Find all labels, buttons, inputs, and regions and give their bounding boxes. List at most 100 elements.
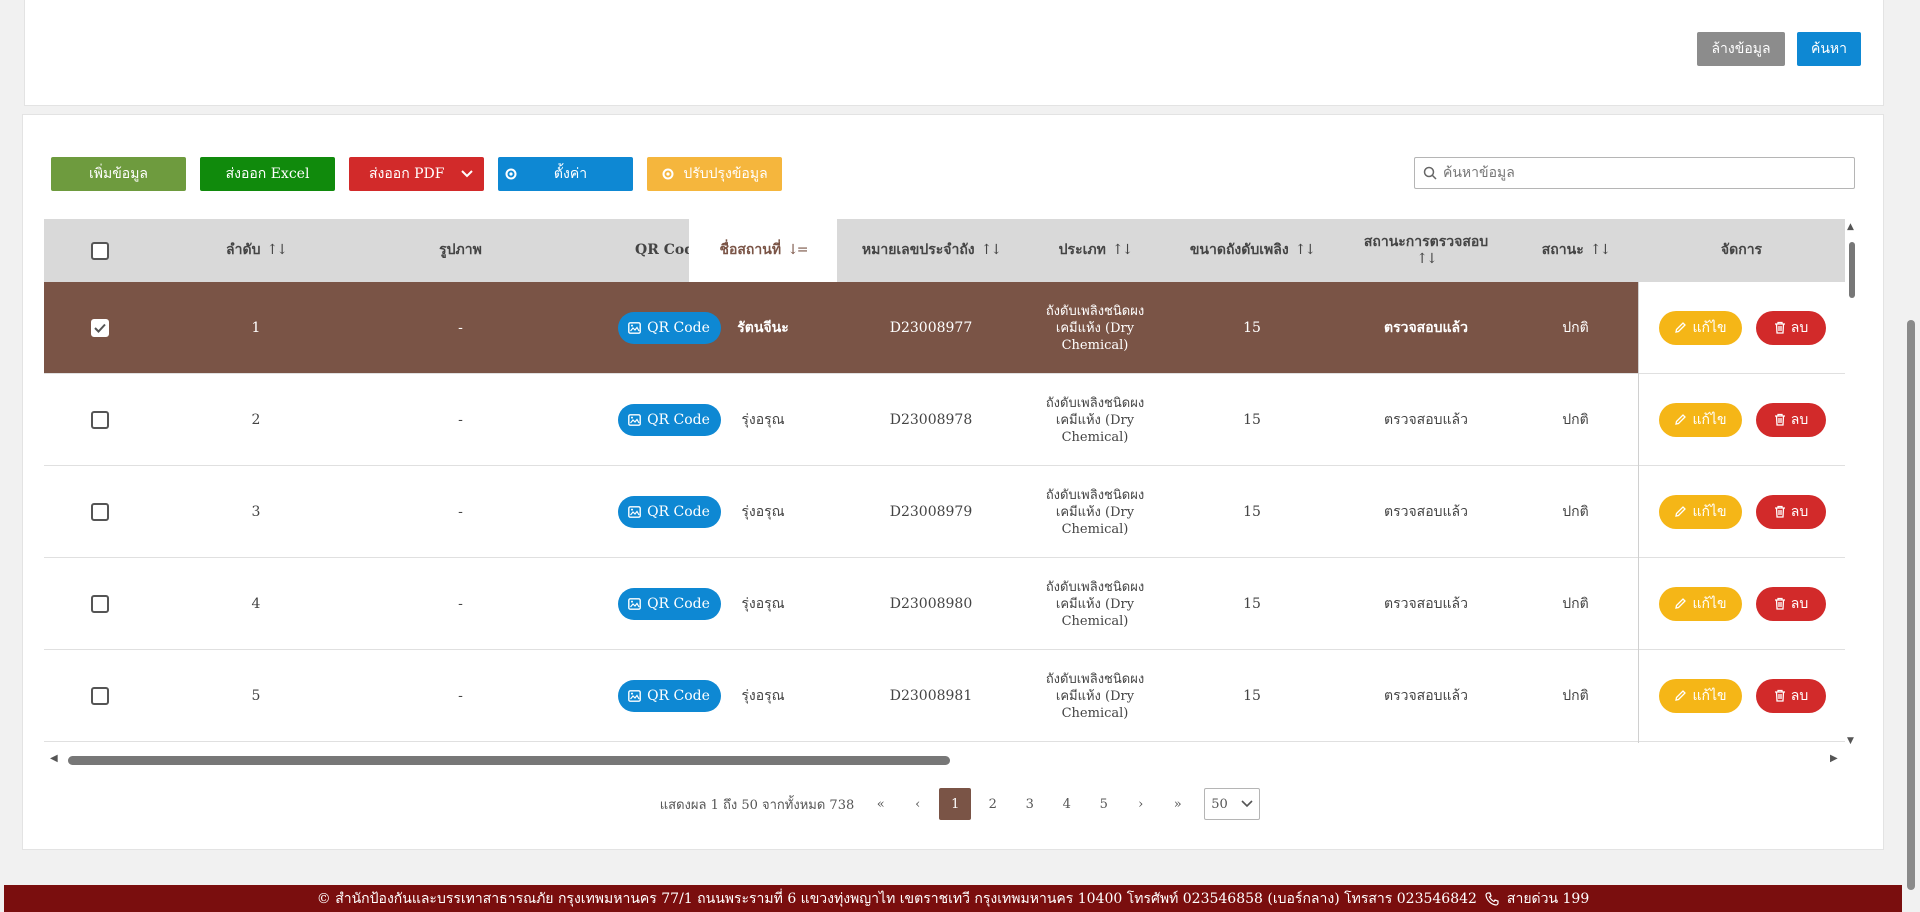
first-page-button[interactable]: «	[862, 788, 899, 820]
cell-image-text: -	[458, 687, 463, 704]
row-actions: แก้ไข ลบ	[1639, 282, 1845, 374]
cell-location-text: รุ่งอรุณ	[741, 687, 785, 704]
pencil-icon	[1674, 597, 1687, 610]
phone-icon	[1485, 891, 1499, 906]
header-serial[interactable]: หมายเลขประจำถัง ↑↓	[837, 219, 1025, 282]
page-button-5[interactable]: 5	[1085, 788, 1122, 820]
page-size-select[interactable]: 50	[1204, 788, 1261, 820]
table-row[interactable]: 4- QR Code รุ่งอรุณ D23008980 ถังดับเพลิงชนิ…	[44, 558, 1845, 650]
delete-button[interactable]: ลบ	[1756, 678, 1826, 713]
chevron-down-icon[interactable]	[454, 157, 480, 191]
export-excel-button[interactable]: ส่งออก Excel	[200, 157, 335, 191]
header-location[interactable]: ชื่อสถานที่ ↓=	[689, 219, 837, 282]
scroll-left-icon[interactable]: ◀	[50, 753, 58, 764]
header-order[interactable]: ลำดับ ↑↓	[156, 219, 356, 282]
row-select-checkbox[interactable]	[91, 595, 109, 613]
export-excel-label: ส่งออก Excel	[225, 166, 310, 182]
trash-icon	[1774, 597, 1786, 610]
row-select-checkbox[interactable]	[91, 319, 109, 337]
header-size[interactable]: ขนาดถังดับเพลิง ↑↓	[1165, 219, 1339, 282]
sort-icon: ↑↓	[1294, 242, 1317, 258]
cell-location-text: รัตนจีนะ	[737, 319, 789, 336]
delete-button[interactable]: ลบ	[1756, 494, 1826, 529]
header-status[interactable]: สถานะ ↑↓	[1513, 219, 1638, 282]
edit-button[interactable]: แก้ไข	[1659, 494, 1742, 529]
prev-page-button[interactable]: ‹	[899, 788, 936, 820]
search-button[interactable]: ค้นหา	[1797, 32, 1861, 66]
scrollbar-thumb[interactable]	[1849, 242, 1855, 298]
row-select-cell	[44, 558, 156, 650]
cell-location-text: รุ่งอรุณ	[741, 411, 785, 428]
trash-icon	[1774, 505, 1786, 518]
page-scrollbar[interactable]	[1902, 0, 1920, 912]
scrollbar-thumb[interactable]	[1907, 320, 1915, 890]
update-data-label: ปรับปรุงข้อมูล	[683, 166, 768, 182]
cell-serial: D23008981	[837, 650, 1025, 742]
cell-inspection-text: ตรวจสอบแล้ว	[1384, 319, 1468, 336]
cell-serial-text: D23008977	[889, 319, 973, 336]
cell-serial-text: D23008978	[889, 411, 973, 428]
clear-filter-button[interactable]: ล้างข้อมูล	[1697, 32, 1785, 66]
cell-status-text: ปกติ	[1562, 595, 1589, 612]
next-page-button[interactable]: ›	[1122, 788, 1159, 820]
page-button-3[interactable]: 3	[1011, 788, 1048, 820]
cell-inspection: ตรวจสอบแล้ว	[1339, 650, 1513, 742]
header-image-label: รูปภาพ	[439, 242, 482, 258]
table-row[interactable]: 3- QR Code รุ่งอรุณ D23008979 ถังดับเพลิงชนิ…	[44, 466, 1845, 558]
cell-serial: D23008977	[837, 282, 1025, 374]
cell-location-text: รุ่งอรุณ	[741, 503, 785, 520]
cell-serial-text: D23008981	[889, 687, 973, 704]
cell-size: 15	[1165, 466, 1339, 558]
row-select-checkbox[interactable]	[91, 687, 109, 705]
update-data-button[interactable]: ปรับปรุงข้อมูล	[647, 157, 782, 191]
row-actions: แก้ไข ลบ	[1639, 374, 1845, 466]
table-row[interactable]: 2- QR Code รุ่งอรุณ D23008978 ถังดับเพลิงชนิ…	[44, 374, 1845, 466]
table-row[interactable]: 1- QR Code รัตนจีนะ D23008977 ถังดับเพลิงชนิ…	[44, 282, 1845, 374]
last-page-button[interactable]: »	[1159, 788, 1196, 820]
cell-size-text: 15	[1243, 503, 1261, 520]
cell-no-text: 3	[251, 503, 261, 520]
add-data-button[interactable]: เพิ่มข้อมูล	[51, 157, 186, 191]
row-actions: แก้ไข ลบ	[1639, 558, 1845, 650]
header-type[interactable]: ประเภท ↑↓	[1025, 219, 1165, 282]
edit-button[interactable]: แก้ไข	[1659, 310, 1742, 345]
table-vertical-scrollbar[interactable]: ▲ ▼	[1846, 222, 1858, 746]
settings-button[interactable]: ตั้งค่า	[498, 157, 633, 191]
page-button-2[interactable]: 2	[974, 788, 1011, 820]
table-search-input[interactable]	[1443, 165, 1843, 181]
row-select-checkbox[interactable]	[91, 411, 109, 429]
delete-button[interactable]: ลบ	[1756, 310, 1826, 345]
edit-label: แก้ไข	[1692, 687, 1727, 704]
cell-size-text: 15	[1243, 411, 1261, 428]
export-pdf-button[interactable]: ส่งออก PDF	[349, 157, 484, 191]
sort-icon: ↑↓	[1416, 250, 1438, 267]
cell-location: รุ่งอรุณ	[689, 466, 837, 558]
cell-no-text: 5	[251, 687, 261, 704]
edit-button[interactable]: แก้ไข	[1659, 586, 1742, 621]
table-row[interactable]: 5- QR Code รุ่งอรุณ D23008981 ถังดับเพลิงชนิ…	[44, 650, 1845, 742]
scroll-down-icon[interactable]: ▼	[1847, 736, 1854, 746]
table-header: ลำดับ ↑↓ รูปภาพ QR Code ชื่อสถานที่ ↓= หมา…	[44, 219, 1845, 282]
cell-serial-text: D23008980	[889, 595, 973, 612]
edit-button[interactable]: แก้ไข	[1659, 402, 1742, 437]
gear-icon	[504, 167, 518, 181]
export-pdf-label: ส่งออก PDF	[369, 166, 445, 182]
image-icon	[628, 690, 641, 702]
scroll-right-icon[interactable]: ▶	[1830, 753, 1838, 764]
cell-type-text: ถังดับเพลิงชนิดผงเคมีแห้ง (Dry Chemical)	[1045, 395, 1145, 445]
row-select-checkbox[interactable]	[91, 503, 109, 521]
delete-button[interactable]: ลบ	[1756, 402, 1826, 437]
scroll-up-icon[interactable]: ▲	[1847, 222, 1854, 232]
select-all-checkbox[interactable]	[91, 241, 109, 260]
scrollbar-thumb[interactable]	[68, 756, 950, 765]
delete-button[interactable]: ลบ	[1756, 586, 1826, 621]
page-button-1[interactable]: 1	[939, 788, 972, 820]
table-horizontal-scrollbar[interactable]: ◀ ▶	[44, 752, 1845, 770]
row-select-cell	[44, 650, 156, 742]
cell-type-text: ถังดับเพลิงชนิดผงเคมีแห้ง (Dry Chemical)	[1045, 671, 1145, 721]
header-select-all	[44, 219, 156, 282]
header-inspection[interactable]: สถานะการตรวจสอบ ↑↓	[1339, 219, 1513, 282]
edit-button[interactable]: แก้ไข	[1659, 678, 1742, 713]
cell-type: ถังดับเพลิงชนิดผงเคมีแห้ง (Dry Chemical)	[1025, 650, 1165, 742]
page-button-4[interactable]: 4	[1048, 788, 1085, 820]
